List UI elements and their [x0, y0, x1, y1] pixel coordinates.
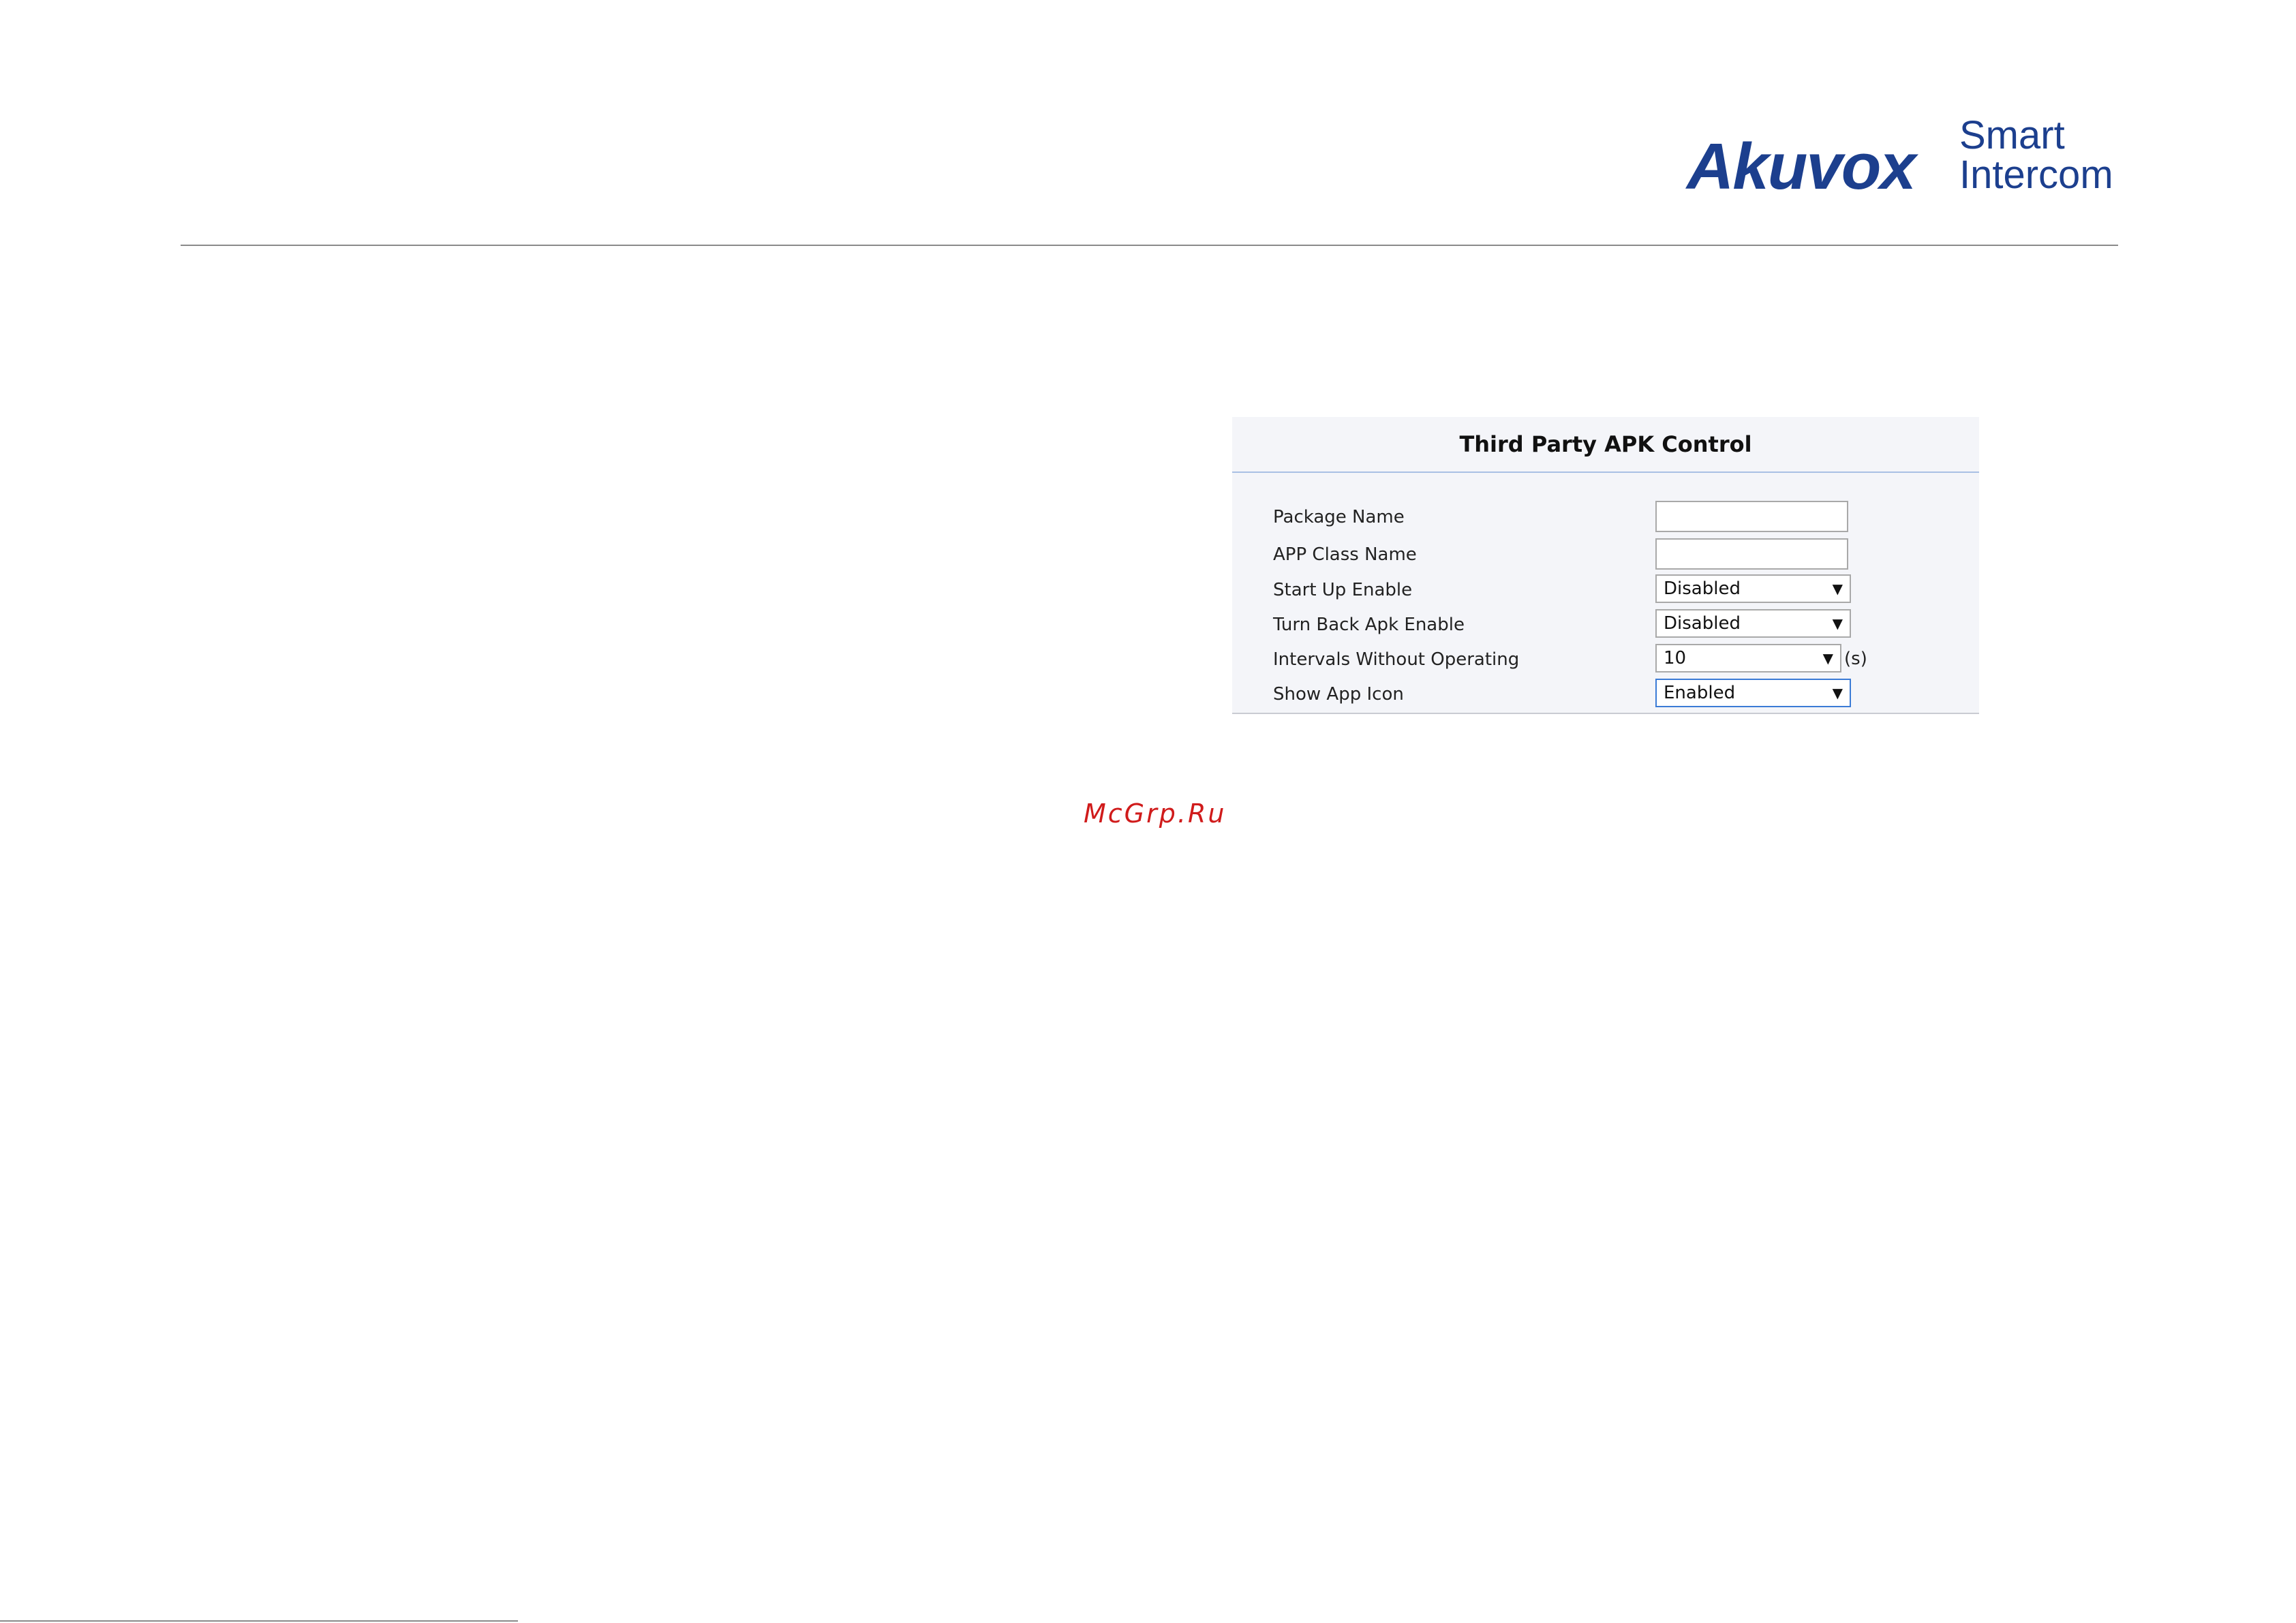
intervals-without-operating-label: Intervals Without Operating: [1273, 649, 1520, 670]
watermark: McGrp.Ru: [1084, 799, 1227, 829]
row-app-class-name: APP Class Name: [1232, 538, 1979, 571]
logo-tagline: Smart Intercom: [1959, 116, 2113, 195]
show-app-icon-select[interactable]: Enabled ▼: [1655, 679, 1851, 707]
footer-divider: [0, 1620, 518, 1622]
chevron-down-icon: ▼: [1832, 581, 1843, 597]
start-up-enable-select[interactable]: Disabled ▼: [1655, 574, 1851, 603]
package-name-label: Package Name: [1273, 507, 1405, 527]
row-show-app-icon: Show App Icon Enabled ▼: [1232, 678, 1979, 711]
row-package-name: Package Name: [1232, 501, 1979, 534]
app-class-name-input[interactable]: [1655, 538, 1848, 570]
intervals-without-operating-value: 10: [1664, 648, 1687, 668]
header-divider: [181, 245, 2118, 246]
intervals-without-operating-select[interactable]: 10 ▼: [1655, 644, 1841, 673]
chevron-down-icon: ▼: [1832, 685, 1843, 701]
chevron-down-icon: ▼: [1822, 650, 1833, 666]
logo-tagline-line-2: Intercom: [1959, 153, 2113, 197]
app-class-name-label: APP Class Name: [1273, 544, 1417, 565]
turn-back-apk-enable-value: Disabled: [1664, 613, 1741, 634]
row-start-up-enable: Start Up Enable Disabled ▼: [1232, 574, 1979, 606]
turn-back-apk-enable-select[interactable]: Disabled ▼: [1655, 609, 1851, 638]
package-name-input[interactable]: [1655, 501, 1848, 532]
chevron-down-icon: ▼: [1832, 615, 1843, 632]
start-up-enable-value: Disabled: [1664, 578, 1741, 599]
third-party-apk-control-panel: Third Party APK Control Package Name APP…: [1232, 417, 1979, 714]
row-intervals-without-operating: Intervals Without Operating 10 ▼ (s): [1232, 643, 1979, 676]
row-turn-back-apk-enable: Turn Back Apk Enable Disabled ▼: [1232, 608, 1979, 641]
turn-back-apk-enable-label: Turn Back Apk Enable: [1273, 615, 1465, 635]
logo-tagline-line-1: Smart: [1959, 113, 2065, 157]
show-app-icon-label: Show App Icon: [1273, 684, 1404, 705]
panel-title: Third Party APK Control: [1232, 417, 1979, 473]
show-app-icon-value: Enabled: [1664, 683, 1736, 703]
start-up-enable-label: Start Up Enable: [1273, 580, 1413, 600]
intervals-unit-label: (s): [1844, 649, 1867, 669]
logo-brand-text: Akuvox: [1687, 130, 1916, 203]
